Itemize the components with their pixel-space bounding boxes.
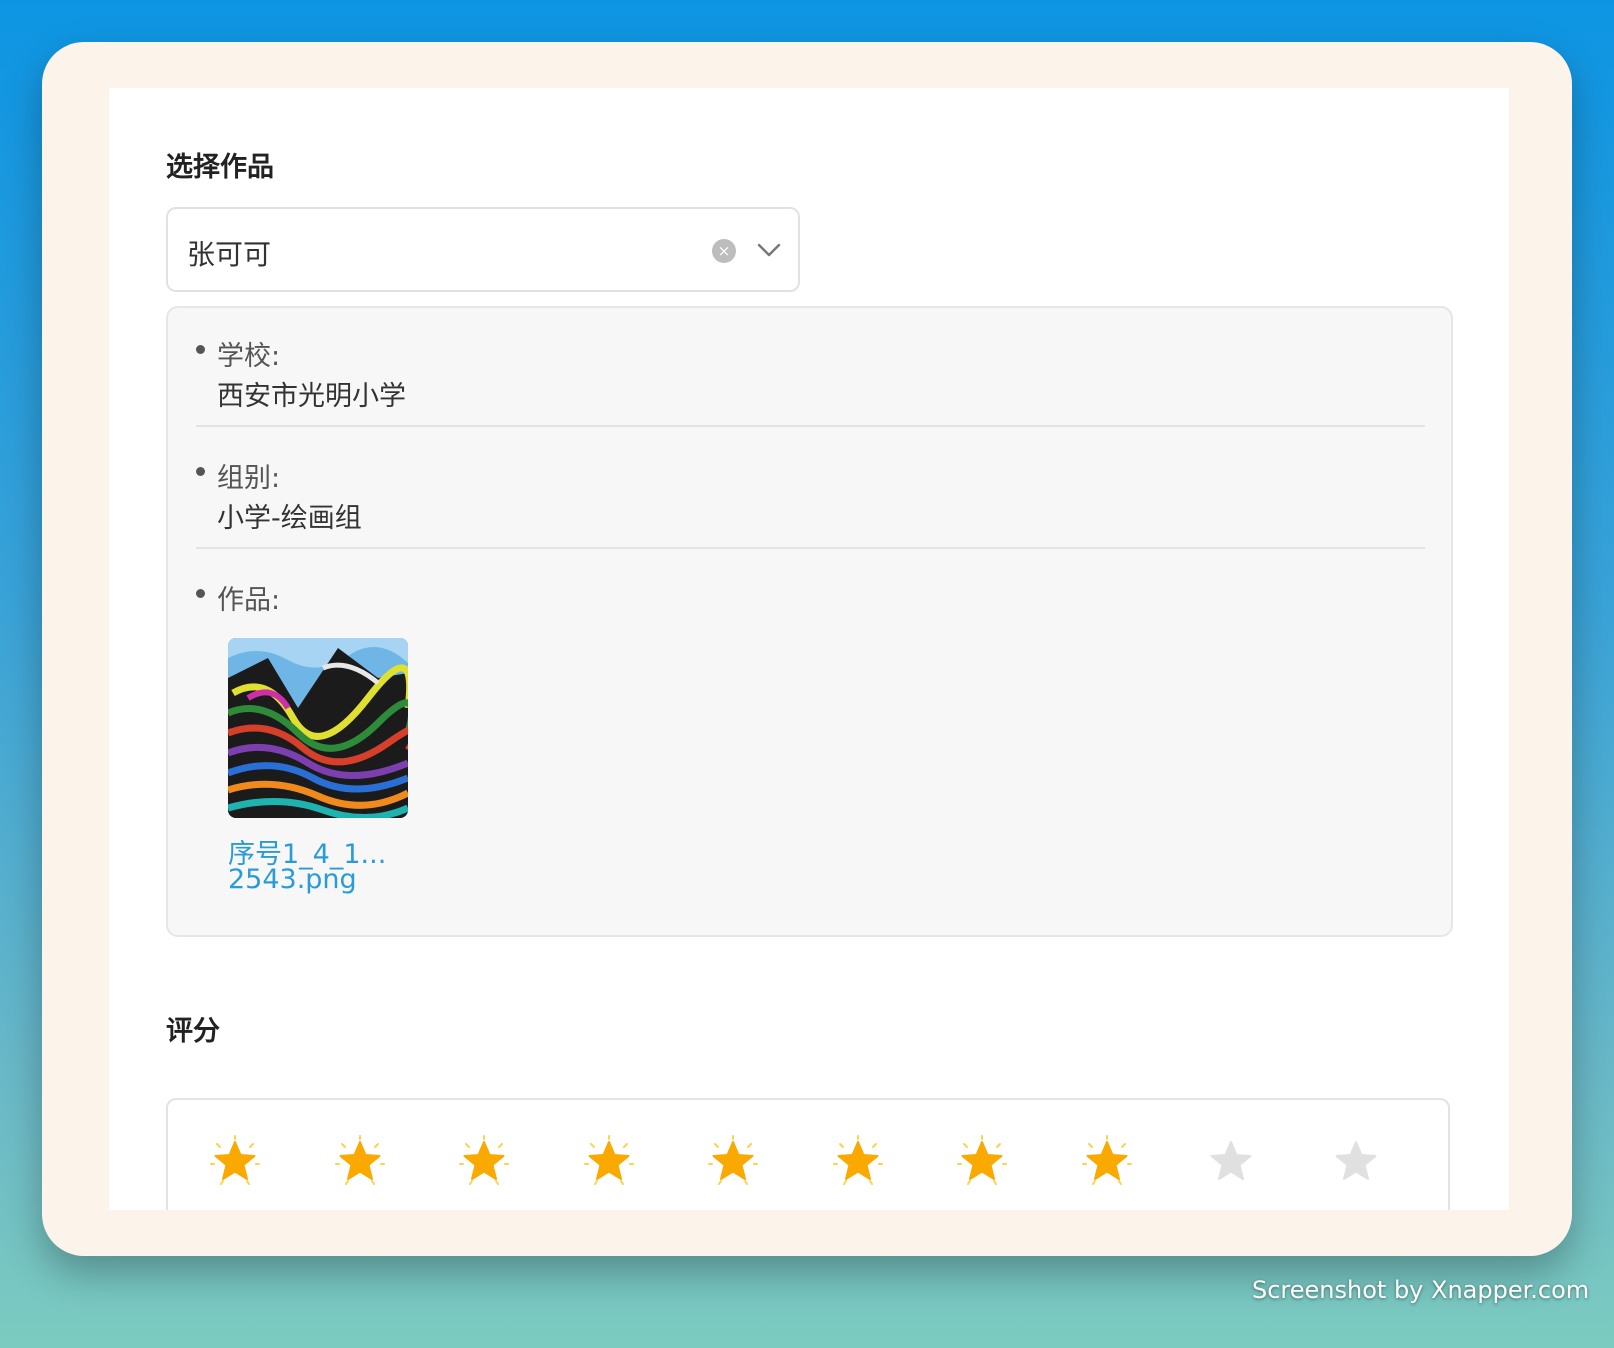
work-info-box: 学校: 西安市光明小学 组别: 小学-绘画组 作品: 序号1_4_1... 25… (166, 306, 1453, 937)
file-name-link-line2[interactable]: 2543.png (228, 864, 357, 895)
star-filled-icon[interactable] (207, 1134, 263, 1190)
artwork-thumbnail[interactable] (228, 638, 408, 818)
watermark: Screenshot by Xnapper.com (1252, 1276, 1590, 1304)
chevron-down-icon[interactable] (756, 240, 782, 260)
school-value: 西安市光明小学 (217, 381, 406, 412)
star-filled-icon[interactable] (1079, 1134, 1135, 1190)
star-empty-icon[interactable] (1203, 1134, 1259, 1190)
star-filled-icon[interactable] (332, 1134, 388, 1190)
bullet (196, 467, 205, 476)
school-label: 学校: (217, 341, 281, 372)
selected-work-value: 张可可 (187, 238, 272, 271)
select-work-title: 选择作品 (166, 152, 274, 183)
bullet (196, 345, 205, 354)
work-label: 作品: (217, 585, 281, 616)
work-select[interactable]: 张可可 × (166, 207, 800, 292)
group-value: 小学-绘画组 (217, 503, 362, 534)
star-empty-icon[interactable] (1328, 1134, 1384, 1190)
window-card: 选择作品 张可可 × 学校: 西安市光明小学 组别: 小学-绘画组 作品: 序号… (42, 42, 1572, 1256)
group-label: 组别: (217, 463, 281, 494)
star-filled-icon[interactable] (830, 1134, 886, 1190)
form-panel: 选择作品 张可可 × 学校: 西安市光明小学 组别: 小学-绘画组 作品: 序号… (109, 88, 1509, 1210)
rating-title: 评分 (166, 1016, 220, 1047)
info-item-school: 学校: 西安市光明小学 (196, 334, 1425, 427)
star-filled-icon[interactable] (456, 1134, 512, 1190)
star-filled-icon[interactable] (581, 1134, 637, 1190)
star-filled-icon[interactable] (705, 1134, 761, 1190)
info-item-group: 组别: 小学-绘画组 (196, 456, 1425, 549)
star-filled-icon[interactable] (954, 1134, 1010, 1190)
bullet (196, 589, 205, 598)
rating-box (166, 1098, 1450, 1210)
clear-icon[interactable]: × (712, 239, 736, 263)
